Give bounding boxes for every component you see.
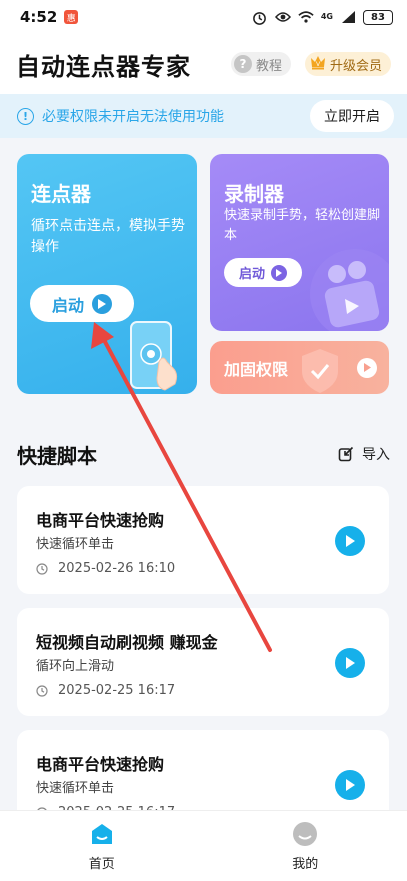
recorder-card-title: 录制器 bbox=[224, 182, 284, 206]
script-time-text: 2025-02-25 16:17 bbox=[58, 683, 176, 698]
recorder-card-desc: 快速录制手势，轻松创建脚本 bbox=[224, 208, 381, 243]
nav-home-label: 首页 bbox=[88, 857, 115, 872]
script-play-button[interactable] bbox=[335, 648, 365, 678]
recorder-card[interactable]: 录制器 快速录制手势，轻松创建脚本 启动 bbox=[210, 154, 389, 331]
clicker-start-label: 启动 bbox=[51, 297, 84, 315]
question-icon: ? bbox=[233, 55, 252, 73]
permission-banner-text: 必要权限未开启无法使用功能 bbox=[42, 109, 224, 125]
battery-icon: 83 bbox=[363, 9, 393, 25]
script-subtitle: 循环向上滑动 bbox=[36, 659, 115, 674]
enable-permission-button[interactable]: 立即开启 bbox=[310, 100, 394, 132]
script-time-text: 2025-02-26 16:10 bbox=[58, 561, 176, 576]
upgrade-vip-button[interactable]: V 升级会员 bbox=[304, 52, 391, 76]
permission-banner: ! 必要权限未开启无法使用功能 立即开启 bbox=[0, 94, 407, 138]
clicker-start-button[interactable]: 启动 bbox=[30, 285, 134, 322]
home-icon bbox=[91, 824, 112, 844]
harden-permission-title: 加固权限 bbox=[224, 359, 289, 379]
clicker-card[interactable]: 连点器 循环点击连点，模拟手势操作 启动 bbox=[17, 154, 197, 394]
alarm-icon bbox=[252, 9, 268, 25]
script-title: 短视频自动刷视频 赚现金 bbox=[36, 633, 218, 652]
script-subtitle: 快速循环单击 bbox=[36, 781, 115, 796]
nav-mine-label: 我的 bbox=[292, 857, 319, 872]
clock-icon bbox=[36, 684, 48, 697]
play-icon bbox=[357, 357, 377, 378]
vip-label: 升级会员 bbox=[329, 58, 382, 74]
script-time: 2025-02-25 16:17 bbox=[36, 683, 175, 698]
recorder-start-label: 启动 bbox=[238, 266, 265, 281]
quick-scripts-title: 快捷脚本 bbox=[17, 444, 97, 468]
network-type: 4G bbox=[320, 12, 333, 21]
script-title: 电商平台快速抢购 bbox=[36, 511, 165, 530]
app-title: 自动连点器专家 bbox=[16, 52, 191, 81]
play-icon bbox=[92, 293, 112, 314]
import-icon bbox=[338, 446, 354, 462]
eye-icon bbox=[274, 9, 291, 25]
shield-icon bbox=[302, 349, 338, 393]
app-header: 自动连点器专家 ? 教程 V 升级会员 bbox=[0, 34, 407, 94]
notification-badge-icon: 惠 bbox=[64, 10, 79, 24]
script-play-button[interactable] bbox=[335, 770, 365, 800]
import-label: 导入 bbox=[362, 447, 390, 463]
script-subtitle: 快速循环单击 bbox=[36, 537, 115, 552]
script-play-button[interactable] bbox=[335, 526, 365, 556]
clicker-card-desc: 循环点击连点，模拟手势操作 bbox=[31, 218, 185, 255]
nav-mine[interactable]: 我的 bbox=[204, 811, 407, 881]
script-title: 电商平台快速抢购 bbox=[36, 755, 165, 774]
signal-icon bbox=[340, 9, 356, 25]
tutorial-label: 教程 bbox=[255, 58, 282, 74]
clock-icon bbox=[36, 562, 48, 575]
nav-home[interactable]: 首页 bbox=[0, 811, 204, 881]
status-icons: 4G 83 bbox=[252, 9, 393, 25]
status-time: 4:52 bbox=[20, 8, 58, 26]
script-card[interactable]: 短视频自动刷视频 赚现金 循环向上滑动 2025-02-25 16:17 bbox=[17, 608, 389, 716]
info-icon: ! bbox=[17, 107, 34, 125]
tutorial-button[interactable]: ? 教程 bbox=[230, 52, 291, 76]
harden-permission-card[interactable]: 加固权限 bbox=[210, 341, 389, 394]
import-button[interactable]: 导入 bbox=[338, 444, 390, 464]
bottom-nav: 首页 我的 bbox=[0, 810, 407, 881]
clicker-card-title: 连点器 bbox=[31, 182, 91, 206]
status-bar: 4:52 惠 4G 83 bbox=[0, 0, 407, 34]
play-icon bbox=[271, 264, 287, 281]
profile-icon bbox=[293, 822, 318, 846]
script-card[interactable]: 电商平台快速抢购 快速循环单击 2025-02-26 16:10 bbox=[17, 486, 389, 594]
recorder-start-button[interactable]: 启动 bbox=[224, 258, 302, 287]
phone-tap-illustration-icon bbox=[130, 321, 178, 391]
crown-icon: V bbox=[309, 54, 327, 74]
camera-illustration-icon bbox=[310, 249, 389, 331]
script-time: 2025-02-26 16:10 bbox=[36, 561, 175, 576]
wifi-icon bbox=[298, 9, 314, 25]
